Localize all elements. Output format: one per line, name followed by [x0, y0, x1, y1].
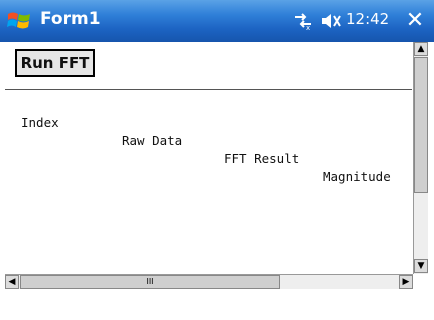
- horizontal-scrollbar[interactable]: ◀ III ▶: [5, 274, 413, 289]
- scroll-up-icon[interactable]: ▲: [414, 42, 428, 56]
- scroll-left-icon[interactable]: ◀: [5, 275, 19, 289]
- scroll-right-icon[interactable]: ▶: [399, 275, 413, 289]
- vertical-scrollbar[interactable]: ▲ ▼: [413, 42, 428, 274]
- vertical-scroll-thumb[interactable]: [414, 57, 428, 193]
- horizontal-scroll-thumb[interactable]: III: [20, 275, 280, 289]
- scroll-down-icon[interactable]: ▼: [414, 259, 428, 273]
